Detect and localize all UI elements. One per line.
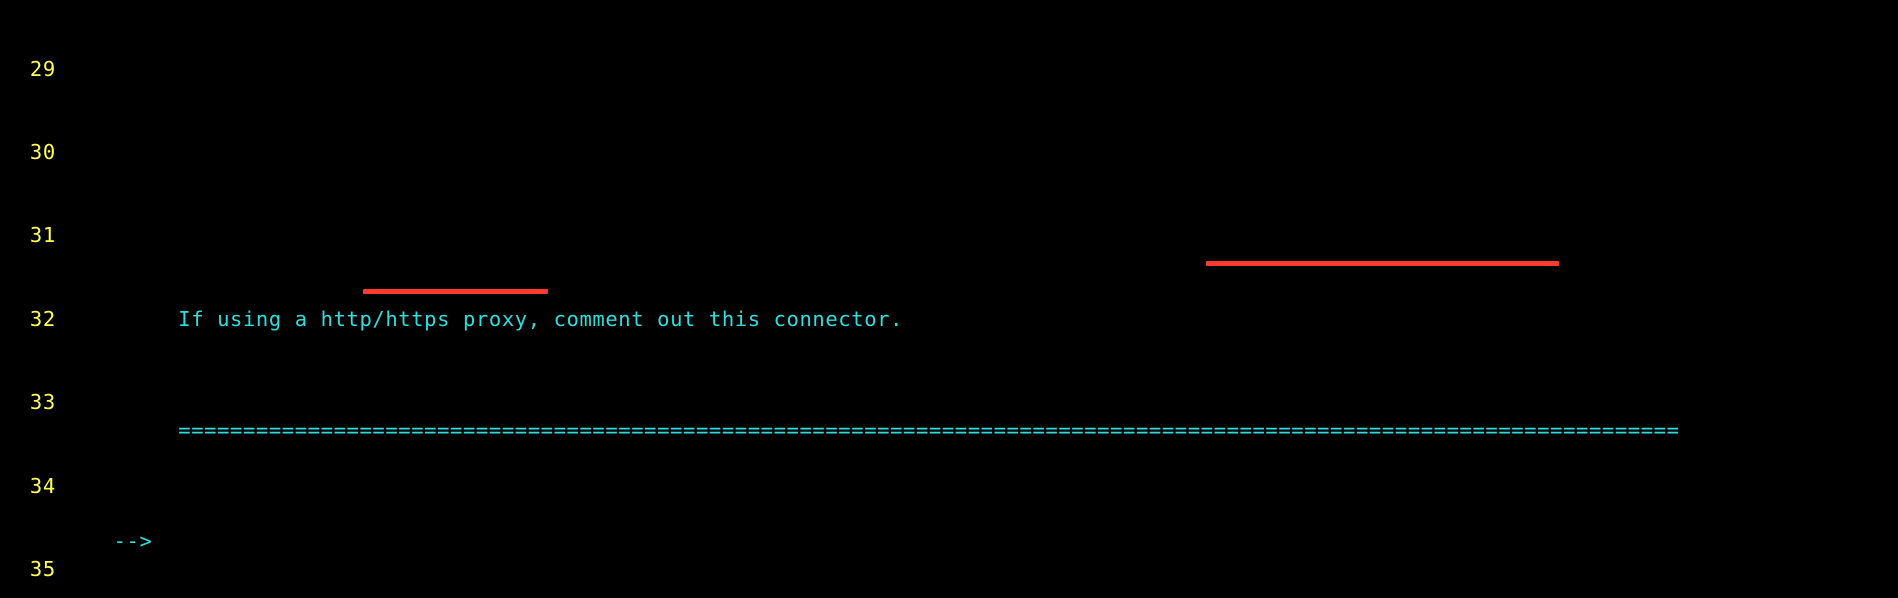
code-line[interactable]: If using a http/https proxy, comment out… bbox=[62, 306, 1898, 334]
annotation-underline bbox=[363, 289, 548, 294]
line-number: 31 bbox=[4, 222, 56, 250]
line-number: 35 bbox=[4, 556, 56, 584]
indent bbox=[62, 418, 178, 442]
line-number-gutter: 29 30 31 32 33 34 35 36 37 38 39 40 41 4… bbox=[0, 0, 62, 598]
line-number: 30 bbox=[4, 139, 56, 167]
indent bbox=[62, 529, 114, 553]
indent bbox=[62, 307, 178, 331]
line-number: 32 bbox=[4, 306, 56, 334]
line-number: 34 bbox=[4, 473, 56, 501]
code-line[interactable]: --> bbox=[62, 528, 1898, 556]
line-number: 33 bbox=[4, 389, 56, 417]
comment-text: ========================================… bbox=[178, 418, 1679, 442]
line-number: 29 bbox=[4, 56, 56, 84]
comment-text: If using a http/https proxy, comment out… bbox=[178, 307, 903, 331]
code-line[interactable] bbox=[62, 195, 1898, 223]
code-editor[interactable]: 29 30 31 32 33 34 35 36 37 38 39 40 41 4… bbox=[0, 0, 1898, 598]
comment-close: --> bbox=[114, 529, 153, 553]
code-area[interactable]: If using a http/https proxy, comment out… bbox=[62, 0, 1898, 598]
code-line[interactable]: ========================================… bbox=[62, 417, 1898, 445]
annotation-underline bbox=[1206, 261, 1559, 266]
